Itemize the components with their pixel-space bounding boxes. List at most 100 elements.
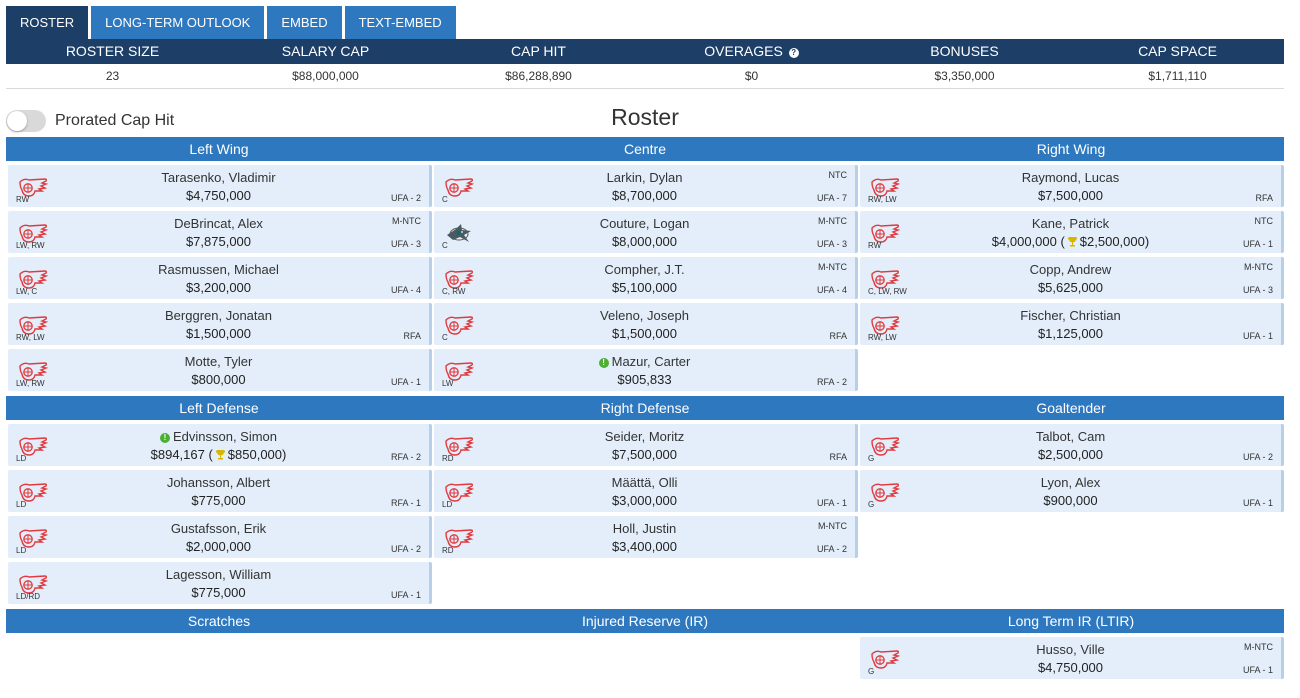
player-salary: $5,100,000 <box>611 280 678 295</box>
player-salary-row: $5,625,000 <box>860 280 1281 295</box>
player-name[interactable]: Holl, Justin <box>613 521 677 536</box>
player-salary: $5,625,000 <box>1037 280 1104 295</box>
player-salary-row: $8,000,000 <box>434 234 855 249</box>
player-name[interactable]: Rasmussen, Michael <box>158 262 279 277</box>
player-name-row: ! Edvinsson, Simon <box>8 429 429 444</box>
player-name[interactable]: Fischer, Christian <box>1020 308 1120 323</box>
player-salary: $2,000,000 <box>185 539 252 554</box>
player-salary-row: $5,100,000 <box>434 280 855 295</box>
player-name-row: Couture, Logan <box>434 216 855 231</box>
value-overages: $0 <box>744 69 759 83</box>
player-card[interactable]: G M-NTC UFA - 1 Husso, Ville $4,750,000 <box>860 637 1284 679</box>
section-left-defense: Left Defense <box>179 400 259 416</box>
section-injured-reserve: Injured Reserve (IR) <box>581 613 709 629</box>
player-name[interactable]: Lyon, Alex <box>1041 475 1101 490</box>
value-cap-hit: $86,288,890 <box>505 69 572 83</box>
player-name[interactable]: Mazur, Carter <box>612 354 691 369</box>
info-icon[interactable]: ! <box>598 358 609 368</box>
player-name[interactable]: DeBrincat, Alex <box>174 216 263 231</box>
player-name[interactable]: Copp, Andrew <box>1030 262 1112 277</box>
player-name[interactable]: Lagesson, William <box>166 567 272 582</box>
player-card[interactable]: RD RFA Seider, Moritz $7,500,000 <box>434 424 858 466</box>
player-card[interactable]: RW, LW UFA - 1 Fischer, Christian $1,125,00… <box>860 303 1284 345</box>
player-card[interactable]: RW NTC UFA - 1 Kane, Patrick $4,000,000 ($2,… <box>860 211 1284 253</box>
player-card[interactable]: LD/RD UFA - 1 Lagesson, William $775,000 <box>8 562 432 604</box>
player-name[interactable]: Määttä, Olli <box>612 475 678 490</box>
player-salary-row: $4,750,000 <box>8 188 429 203</box>
player-card[interactable]: LD RFA - 1 Johansson, Albert $775,000 <box>8 470 432 512</box>
player-name[interactable]: Berggren, Jonatan <box>165 308 272 323</box>
player-salary: $4,750,000 <box>185 188 252 203</box>
cap-summary-values: 23 $88,000,000 $86,288,890 $0 $3,350,000… <box>6 64 1284 88</box>
player-card[interactable]: LW, RW UFA - 1 Motte, Tyler $800,000 <box>8 349 432 391</box>
centre-column: C NTC UFA - 7 Larkin, Dylan $8,700,000 C M-NTC… <box>434 165 858 395</box>
tab-long-term-outlook[interactable]: LONG-TERM OUTLOOK <box>91 6 265 39</box>
player-card[interactable]: RW UFA - 2 Tarasenko, Vladimir $4,750,000 <box>8 165 432 207</box>
player-name-row: Husso, Ville <box>860 642 1281 657</box>
player-salary-row: $7,500,000 <box>434 447 855 462</box>
player-card[interactable]: LW, RW M-NTC UFA - 3 DeBrincat, Alex $7,875,… <box>8 211 432 253</box>
player-salary: $894,167 ( <box>150 447 213 462</box>
player-name[interactable]: Gustafsson, Erik <box>171 521 266 536</box>
help-icon[interactable]: ? <box>788 48 799 58</box>
player-name[interactable]: Couture, Logan <box>600 216 690 231</box>
player-name-row: Copp, Andrew <box>860 262 1281 277</box>
player-card[interactable]: G UFA - 1 Lyon, Alex $900,000 <box>860 470 1284 512</box>
player-salary: $7,500,000 <box>611 447 678 462</box>
player-bonus: $850,000) <box>227 447 287 462</box>
player-salary-row: $4,750,000 <box>860 660 1281 675</box>
player-name[interactable]: Johansson, Albert <box>167 475 270 490</box>
defense-section-header: Left Defense Right Defense Goaltender <box>6 396 1284 420</box>
tab-embed[interactable]: EMBED <box>267 6 342 39</box>
section-right-wing: Right Wing <box>1036 141 1106 157</box>
player-name[interactable]: Larkin, Dylan <box>607 170 683 185</box>
player-name-row: Compher, J.T. <box>434 262 855 277</box>
player-salary-row: $3,400,000 <box>434 539 855 554</box>
player-card[interactable]: LW, C UFA - 4 Rasmussen, Michael $3,200,000 <box>8 257 432 299</box>
player-card[interactable]: RW, LW RFA Berggren, Jonatan $1,500,000 <box>8 303 432 345</box>
player-salary-row: $2,500,000 <box>860 447 1281 462</box>
player-card[interactable]: C, RW M-NTC UFA - 4 Compher, J.T. $5,100,000 <box>434 257 858 299</box>
tab-roster[interactable]: ROSTER <box>6 6 89 39</box>
player-card[interactable]: LD RFA - 2! Edvinsson, Simon $894,167 ($850… <box>8 424 432 466</box>
player-name-row: ! Mazur, Carter <box>434 354 855 369</box>
player-card[interactable]: C RFA Veleno, Joseph $1,500,000 <box>434 303 858 345</box>
player-salary-row: $3,200,000 <box>8 280 429 295</box>
player-name-row: Tarasenko, Vladimir <box>8 170 429 185</box>
player-salary: $905,833 <box>617 372 672 387</box>
goaltender-column: G UFA - 2 Talbot, Cam $2,500,000 G UFA - 1 Lyo… <box>860 424 1284 516</box>
player-card[interactable]: G UFA - 2 Talbot, Cam $2,500,000 <box>860 424 1284 466</box>
player-name[interactable]: Compher, J.T. <box>604 262 684 277</box>
player-card[interactable]: C NTC UFA - 7 Larkin, Dylan $8,700,000 <box>434 165 858 207</box>
player-salary: $4,750,000 <box>1037 660 1104 675</box>
player-card[interactable]: C, LW, RW M-NTC UFA - 3 Copp, Andrew $5,625,… <box>860 257 1284 299</box>
player-card[interactable]: LD UFA - 1 Määttä, Olli $3,000,000 <box>434 470 858 512</box>
info-icon[interactable]: ! <box>159 433 170 443</box>
player-card[interactable]: LW RFA - 2! Mazur, Carter $905,833 <box>434 349 858 391</box>
reserve-section-header: Scratches Injured Reserve (IR) Long Term… <box>6 609 1284 633</box>
player-name[interactable]: Husso, Ville <box>1036 642 1104 657</box>
player-card[interactable]: C M-NTC UFA - 3 Couture, Logan $8,000,000 <box>434 211 858 253</box>
player-salary-row: $905,833 <box>434 372 855 387</box>
player-salary: $3,200,000 <box>185 280 252 295</box>
player-name[interactable]: Edvinsson, Simon <box>173 429 277 444</box>
player-salary-row: $1,500,000 <box>8 326 429 341</box>
player-card[interactable]: RW, LW RFA Raymond, Lucas $7,500,000 <box>860 165 1284 207</box>
player-name[interactable]: Veleno, Joseph <box>600 308 689 323</box>
player-card[interactable]: RD M-NTC UFA - 2 Holl, Justin $3,400,000 <box>434 516 858 558</box>
player-name[interactable]: Talbot, Cam <box>1036 429 1105 444</box>
player-salary: $900,000 <box>1043 493 1098 508</box>
player-name[interactable]: Motte, Tyler <box>185 354 253 369</box>
player-card[interactable]: LD UFA - 2 Gustafsson, Erik $2,000,000 <box>8 516 432 558</box>
player-name-row: Seider, Moritz <box>434 429 855 444</box>
tab-text-embed[interactable]: TEXT-EMBED <box>344 6 456 39</box>
tab-bar: ROSTER LONG-TERM OUTLOOK EMBED TEXT-EMBE… <box>6 6 459 39</box>
player-salary: $8,000,000 <box>611 234 678 249</box>
player-name[interactable]: Kane, Patrick <box>1032 216 1109 231</box>
player-name[interactable]: Tarasenko, Vladimir <box>161 170 275 185</box>
player-name[interactable]: Seider, Moritz <box>605 429 684 444</box>
player-salary: $7,875,000 <box>185 234 252 249</box>
player-name[interactable]: Raymond, Lucas <box>1022 170 1120 185</box>
player-name-row: Johansson, Albert <box>8 475 429 490</box>
player-salary-row: $1,500,000 <box>434 326 855 341</box>
